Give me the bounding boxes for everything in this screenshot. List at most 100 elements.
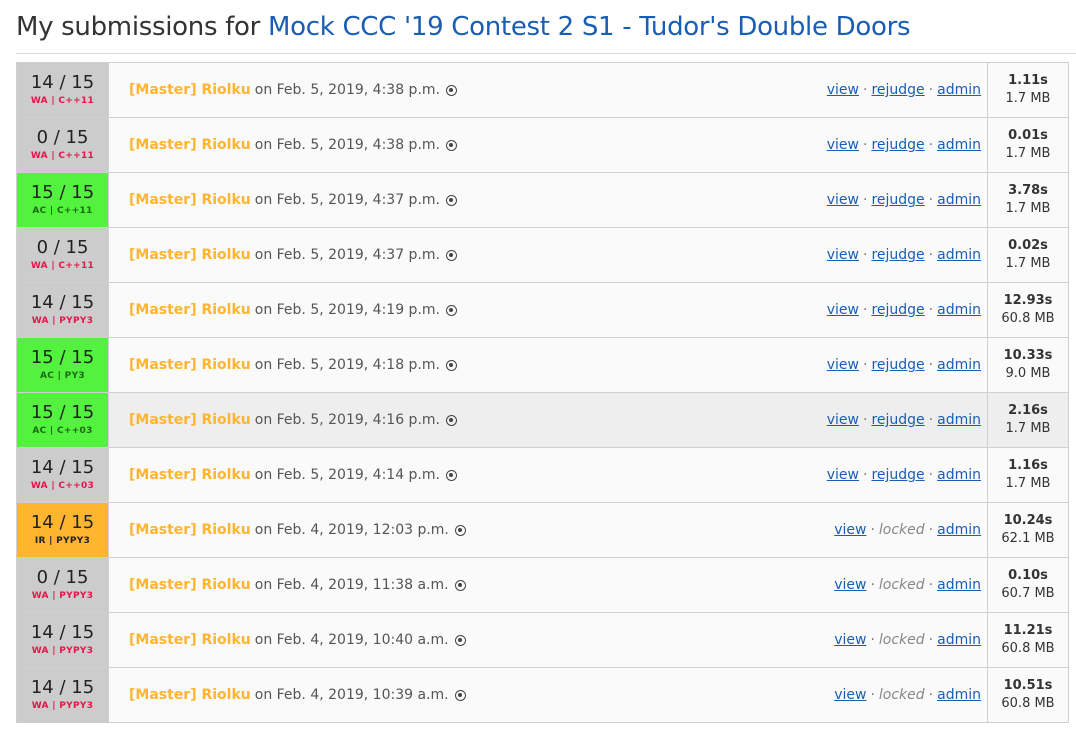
submission-actions: view · locked · admin (834, 558, 987, 612)
submission-info: [Master] Riolku on Feb. 5, 2019, 4:19 p.… (109, 283, 827, 337)
rejudge-link[interactable]: rejudge (871, 82, 924, 98)
score-cell[interactable]: 15 / 15 AC | PY3 (17, 338, 109, 392)
memory-usage: 60.8 MB (1001, 641, 1055, 656)
action-separator: · (863, 467, 868, 483)
action-separator: · (863, 302, 868, 318)
view-link[interactable]: view (827, 357, 859, 373)
score-points: 15 / 15 (30, 402, 95, 423)
submission-actions: view · rejudge · admin (827, 173, 987, 227)
view-link[interactable]: view (834, 632, 866, 648)
submission-date: on Feb. 5, 2019, 4:38 p.m. (254, 137, 440, 153)
score-cell[interactable]: 0 / 15 WA | C++11 (17, 118, 109, 172)
timezone-icon (454, 689, 466, 701)
submission-date: on Feb. 5, 2019, 4:38 p.m. (254, 82, 440, 98)
score-cell[interactable]: 14 / 15 WA | PYPY3 (17, 613, 109, 667)
admin-link[interactable]: admin (937, 302, 981, 318)
score-cell[interactable]: 14 / 15 WA | C++11 (17, 63, 109, 117)
memory-usage: 1.7 MB (1005, 421, 1051, 436)
action-separator: · (928, 467, 934, 483)
admin-link[interactable]: admin (937, 467, 981, 483)
user-link[interactable]: [Master] Riolku (129, 357, 251, 373)
action-separator: · (928, 687, 934, 703)
submission-actions: view · locked · admin (834, 503, 987, 557)
submission-row: 0 / 15 WA | PYPY3 [Master] Riolku on Feb… (16, 558, 1069, 613)
user-link[interactable]: [Master] Riolku (129, 632, 251, 648)
admin-link[interactable]: admin (937, 192, 981, 208)
user-link[interactable]: [Master] Riolku (129, 522, 251, 538)
user-link[interactable]: [Master] Riolku (129, 302, 251, 318)
view-link[interactable]: view (827, 302, 859, 318)
view-link[interactable]: view (834, 522, 866, 538)
rejudge-link[interactable]: rejudge (871, 247, 924, 263)
score-cell[interactable]: 14 / 15 IR | PYPY3 (17, 503, 109, 557)
page-title: My submissions for Mock CCC '19 Contest … (16, 12, 911, 42)
score-cell[interactable]: 0 / 15 WA | C++11 (17, 228, 109, 282)
view-link[interactable]: view (827, 192, 859, 208)
user-link[interactable]: [Master] Riolku (129, 577, 251, 593)
rejudge-link[interactable]: rejudge (871, 137, 924, 153)
action-separator: · (928, 302, 934, 318)
view-link[interactable]: view (834, 577, 866, 593)
user-link[interactable]: [Master] Riolku (129, 82, 251, 98)
action-separator: · (870, 577, 875, 593)
admin-link[interactable]: admin (937, 137, 981, 153)
admin-link[interactable]: admin (937, 82, 981, 98)
status-badge: WA | PYPY3 (31, 591, 94, 601)
locked-label: locked (878, 522, 925, 538)
submission-date: on Feb. 5, 2019, 4:37 p.m. (254, 192, 440, 208)
admin-link[interactable]: admin (937, 577, 981, 593)
action-separator: · (928, 247, 934, 263)
submission-date: on Feb. 5, 2019, 4:19 p.m. (254, 302, 440, 318)
user-link[interactable]: [Master] Riolku (129, 247, 251, 263)
problem-link[interactable]: Mock CCC '19 Contest 2 S1 - Tudor's Doub… (268, 12, 911, 42)
resource-usage: 12.93s 60.8 MB (987, 283, 1068, 337)
user-link[interactable]: [Master] Riolku (129, 467, 251, 483)
user-link[interactable]: [Master] Riolku (129, 192, 251, 208)
score-cell[interactable]: 14 / 15 WA | PYPY3 (17, 668, 109, 722)
admin-link[interactable]: admin (937, 522, 981, 538)
user-link[interactable]: [Master] Riolku (129, 687, 251, 703)
status-badge: AC | C++03 (32, 426, 93, 436)
status-badge: IR | PYPY3 (34, 536, 91, 546)
view-link[interactable]: view (827, 467, 859, 483)
user-link[interactable]: [Master] Riolku (129, 412, 251, 428)
rejudge-link[interactable]: rejudge (871, 357, 924, 373)
submission-row: 15 / 15 AC | C++11 [Master] Riolku on Fe… (16, 173, 1069, 228)
view-link[interactable]: view (827, 82, 859, 98)
admin-link[interactable]: admin (937, 632, 981, 648)
rejudge-link[interactable]: rejudge (871, 302, 924, 318)
user-link[interactable]: [Master] Riolku (129, 137, 251, 153)
exec-time: 2.16s (1008, 403, 1048, 418)
submission-row: 14 / 15 WA | C++03 [Master] Riolku on Fe… (16, 448, 1069, 503)
memory-usage: 60.8 MB (1001, 696, 1055, 711)
score-cell[interactable]: 0 / 15 WA | PYPY3 (17, 558, 109, 612)
resource-usage: 1.16s 1.7 MB (987, 448, 1068, 502)
timezone-icon (445, 194, 457, 206)
admin-link[interactable]: admin (937, 412, 981, 428)
submission-date: on Feb. 4, 2019, 12:03 p.m. (254, 522, 449, 538)
submission-date: on Feb. 5, 2019, 4:18 p.m. (254, 357, 440, 373)
memory-usage: 9.0 MB (1005, 366, 1051, 381)
resource-usage: 3.78s 1.7 MB (987, 173, 1068, 227)
action-separator: · (928, 412, 934, 428)
resource-usage: 0.01s 1.7 MB (987, 118, 1068, 172)
view-link[interactable]: view (827, 412, 859, 428)
rejudge-link[interactable]: rejudge (871, 412, 924, 428)
submission-date: on Feb. 4, 2019, 10:39 a.m. (254, 687, 449, 703)
view-link[interactable]: view (834, 687, 866, 703)
action-separator: · (928, 632, 934, 648)
admin-link[interactable]: admin (937, 247, 981, 263)
rejudge-link[interactable]: rejudge (871, 192, 924, 208)
rejudge-link[interactable]: rejudge (871, 467, 924, 483)
view-link[interactable]: view (827, 247, 859, 263)
score-cell[interactable]: 15 / 15 AC | C++11 (17, 173, 109, 227)
admin-link[interactable]: admin (937, 357, 981, 373)
score-cell[interactable]: 14 / 15 WA | PYPY3 (17, 283, 109, 337)
status-badge: WA | C++03 (30, 481, 95, 491)
exec-time: 10.51s (1003, 678, 1053, 693)
score-cell[interactable]: 15 / 15 AC | C++03 (17, 393, 109, 447)
score-cell[interactable]: 14 / 15 WA | C++03 (17, 448, 109, 502)
admin-link[interactable]: admin (937, 687, 981, 703)
view-link[interactable]: view (827, 137, 859, 153)
action-separator: · (870, 632, 875, 648)
